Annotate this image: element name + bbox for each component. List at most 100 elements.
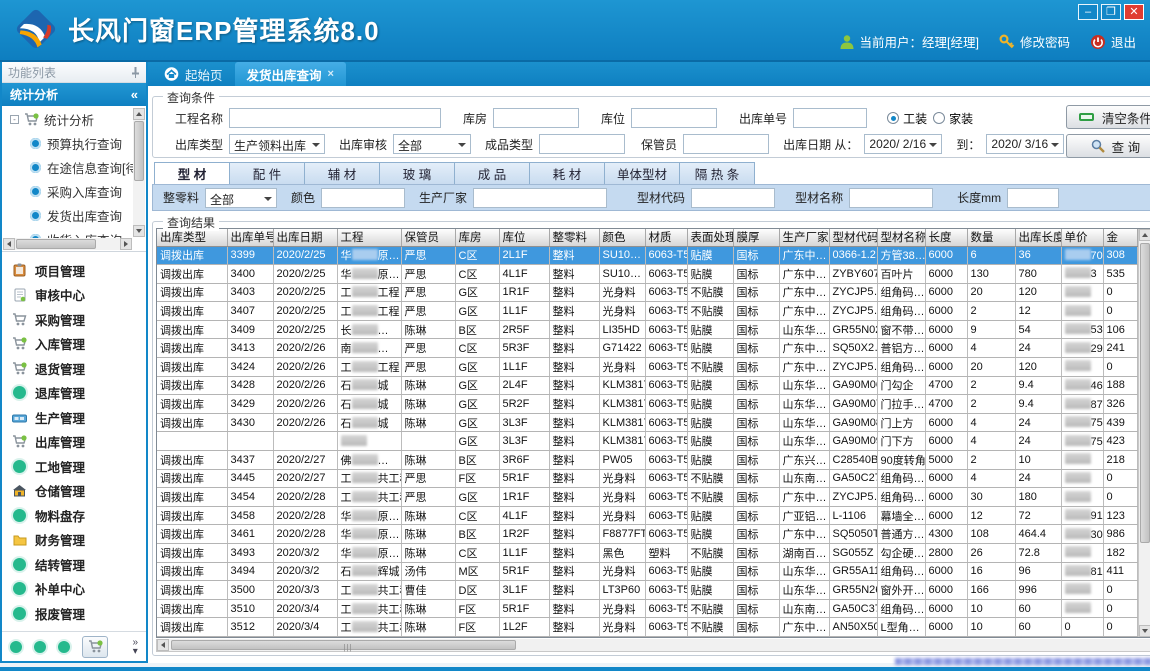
module-dot-icon[interactable] — [34, 641, 46, 653]
column-header-整零料[interactable]: 整零料 — [549, 229, 599, 246]
column-header-表面处理[interactable]: 表面处理 — [687, 229, 733, 246]
menu-item-出库管理[interactable]: 出库管理 — [2, 429, 146, 454]
menu-item-报废管理[interactable]: 报废管理 — [2, 601, 146, 626]
menu-item-入库管理[interactable]: 入库管理 — [2, 331, 146, 356]
material-tab-辅材[interactable]: 辅 材 — [304, 162, 380, 184]
tree-horizontal-scrollbar[interactable] — [3, 238, 132, 250]
table-row[interactable]: 调拨出库34002020/2/25华原…严思C区4L1F整料SU10…6063-… — [157, 265, 1137, 284]
material-tab-单体型材[interactable]: 单体型材 — [604, 162, 680, 184]
tree-item-在途信息查询[待[interactable]: 在途信息查询[待 — [10, 156, 132, 180]
table-row[interactable]: 调拨出库34302020/2/26石城陈琳G区3L3F整料KLM38176063… — [157, 413, 1137, 432]
table-row[interactable]: 调拨出库34452020/2/27工共工程严思F区5R1F整料光身料6063-T… — [157, 469, 1137, 488]
collapse-sidebar-icon[interactable]: « — [131, 87, 138, 102]
keeper-input[interactable] — [683, 134, 769, 154]
menu-item-退货管理[interactable]: 退货管理 — [2, 356, 146, 381]
out-audit-select[interactable]: 全部 — [393, 134, 471, 154]
column-header-型材代码[interactable]: 型材代码 — [829, 229, 877, 246]
column-header-出库日期[interactable]: 出库日期 — [273, 229, 337, 246]
menu-item-仓储管理[interactable]: 仓储管理 — [2, 478, 146, 503]
table-row[interactable]: 调拨出库34612020/2/28华原…陈琳B区1R2F整料F8877FT606… — [157, 525, 1137, 544]
menu-item-生产管理[interactable]: 生产管理 — [2, 405, 146, 430]
menu-item-结转管理[interactable]: 结转管理 — [2, 552, 146, 577]
location-input[interactable] — [631, 108, 717, 128]
menu-item-项目管理[interactable]: 项目管理 — [2, 258, 146, 283]
table-row[interactable]: 调拨出库34242020/2/26工工程严思G区1L1F整料光身料6063-T5… — [157, 358, 1137, 377]
column-header-膜厚[interactable]: 膜厚 — [733, 229, 779, 246]
tree-vertical-scrollbar[interactable] — [133, 108, 145, 237]
results-vertical-scrollbar[interactable] — [1138, 229, 1150, 637]
results-horizontal-scrollbar[interactable]: ||| — [156, 639, 1150, 652]
profile-name-filter-input[interactable] — [849, 188, 933, 208]
radio-工装[interactable]: 工装 — [887, 110, 927, 127]
minimize-button[interactable]: – — [1078, 4, 1098, 20]
column-header-出库类型[interactable]: 出库类型 — [157, 229, 227, 246]
material-tab-配件[interactable]: 配 件 — [229, 162, 305, 184]
profile-code-filter-input[interactable] — [691, 188, 775, 208]
manufacturer-filter-input[interactable] — [473, 188, 607, 208]
column-header-工程[interactable]: 工程 — [337, 229, 401, 246]
column-header-出库长度[interactable]: 出库长度 — [1015, 229, 1061, 246]
table-row[interactable]: 调拨出库34132020/2/26南…严思C区5R3F整料G714226063-… — [157, 339, 1137, 358]
material-tab-成品[interactable]: 成 品 — [454, 162, 530, 184]
warehouse-input[interactable] — [493, 108, 579, 128]
tree-expander-icon[interactable]: - — [10, 115, 19, 124]
table-row[interactable]: 调拨出库34582020/2/28华原…陈琳C区4L1F整料光身料6063-T5… — [157, 506, 1137, 525]
out-type-select[interactable]: 生产领料出库 — [229, 134, 325, 154]
table-row[interactable]: 调拨出库34282020/2/26石城陈琳G区2L4F整料KLM38176063… — [157, 376, 1137, 395]
column-header-库房[interactable]: 库房 — [455, 229, 499, 246]
table-row[interactable]: 调拨出库33992020/2/25华原…严思C区2L1F整料SU10…6063-… — [157, 246, 1137, 265]
column-header-生产厂家[interactable]: 生产厂家 — [779, 229, 829, 246]
date-to-select[interactable]: 2020/ 3/16 — [986, 134, 1064, 154]
radio-家装[interactable]: 家装 — [933, 110, 973, 127]
clear-conditions-button[interactable]: 清空条件 — [1066, 105, 1150, 129]
tree-item-预算执行查询[interactable]: 预算执行查询 — [10, 132, 132, 156]
table-row[interactable]: 调拨出库34942020/3/2石辉城汤伟M区5R1F整料光身料6063-T5贴… — [157, 562, 1137, 581]
tree-item-采购入库查询[interactable]: 采购入库查询 — [10, 180, 132, 204]
module-dot-icon[interactable] — [10, 641, 22, 653]
logout-link[interactable]: 退出 — [1090, 32, 1136, 51]
sidebar-more-button[interactable]: »▾ — [132, 638, 138, 656]
column-header-长度[interactable]: 长度 — [925, 229, 967, 246]
change-password-link[interactable]: 修改密码 — [999, 32, 1070, 51]
column-header-型材名称[interactable]: 型材名称 — [877, 229, 925, 246]
close-button[interactable]: ✕ — [1124, 4, 1144, 20]
column-header-金[interactable]: 金 — [1103, 229, 1137, 246]
table-row[interactable]: 调拨出库34542020/2/28工共工程严思G区1R1F整料光身料6063-T… — [157, 488, 1137, 507]
table-row[interactable]: G区3L3F整料KLM38176063-T5贴膜国标山东华…GA90M09.门下… — [157, 432, 1137, 451]
column-header-出库单号[interactable]: 出库单号 — [227, 229, 273, 246]
column-header-库位[interactable]: 库位 — [499, 229, 549, 246]
color-filter-input[interactable] — [321, 188, 405, 208]
table-row[interactable]: 调拨出库35122020/3/4工共工程陈琳F区1L2F整料光身料6063-T5… — [157, 618, 1137, 637]
cart-module-button[interactable] — [82, 636, 108, 658]
radio-circle-icon[interactable] — [933, 112, 945, 124]
tree-item-发货出库查询[interactable]: 发货出库查询 — [10, 204, 132, 228]
menu-item-补单中心[interactable]: 补单中心 — [2, 576, 146, 601]
menu-item-审核中心[interactable]: 审核中心 — [2, 282, 146, 307]
table-row[interactable]: 调拨出库34932020/3/2华原…陈琳C区1L1F整料黑色塑料不贴膜国标湖南… — [157, 544, 1137, 563]
column-header-保管员[interactable]: 保管员 — [401, 229, 455, 246]
menu-item-退库管理[interactable]: 退库管理 — [2, 380, 146, 405]
material-tab-玻璃[interactable]: 玻 璃 — [379, 162, 455, 184]
table-row[interactable]: 调拨出库34372020/2/27佛…陈琳B区3R6F整料PW056063-T5… — [157, 451, 1137, 470]
whole-part-select[interactable]: 全部 — [205, 188, 277, 208]
menu-item-财务管理[interactable]: 财务管理 — [2, 527, 146, 552]
material-tab-耗材[interactable]: 耗 材 — [529, 162, 605, 184]
column-header-数量[interactable]: 数量 — [967, 229, 1015, 246]
table-row[interactable]: 调拨出库34092020/2/25长…陈琳B区2R5F整料LI35HD6063-… — [157, 320, 1137, 339]
table-row[interactable]: 调拨出库34292020/2/26石城陈琳G区5R2F整料KLM38176063… — [157, 395, 1137, 414]
column-header-材质[interactable]: 材质 — [645, 229, 687, 246]
project-name-input[interactable] — [229, 108, 441, 128]
order-no-input[interactable] — [793, 108, 867, 128]
menu-item-工地管理[interactable]: 工地管理 — [2, 454, 146, 479]
tree-root-statistics[interactable]: - 统计分析 — [10, 110, 132, 129]
search-button[interactable]: 查 询 — [1066, 134, 1150, 158]
table-row[interactable]: 调拨出库35102020/3/4工共工程陈琳F区5R1F整料光身料6063-T5… — [157, 599, 1137, 618]
tab-发货出库查询[interactable]: 发货出库查询× — [235, 62, 346, 86]
module-dot-icon[interactable] — [58, 641, 70, 653]
tab-close-icon[interactable]: × — [328, 68, 334, 80]
menu-item-采购管理[interactable]: 采购管理 — [2, 307, 146, 332]
column-header-颜色[interactable]: 颜色 — [599, 229, 645, 246]
length-filter-input[interactable] — [1007, 188, 1059, 208]
radio-circle-icon[interactable] — [887, 112, 899, 124]
material-tab-型材[interactable]: 型 材 — [154, 162, 230, 184]
